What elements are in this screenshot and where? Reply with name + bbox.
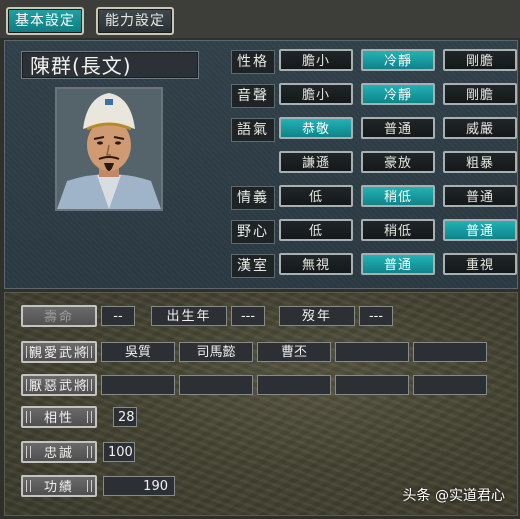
death-year-label: 歿年 (279, 306, 355, 326)
tab-ability-settings[interactable]: 能力設定 (96, 7, 174, 35)
option-button[interactable]: 豪放 (361, 151, 435, 173)
option-button[interactable]: 低 (279, 185, 353, 207)
option-button[interactable]: 謙遜 (279, 151, 353, 173)
trait-label: 情義 (231, 186, 275, 210)
birth-year-label: 出生年 (151, 306, 227, 326)
merit-value: 190 (103, 476, 175, 496)
option-button[interactable]: 普通 (361, 117, 435, 139)
option-button[interactable]: 膽小 (279, 83, 353, 105)
disliked-officer-slot (257, 375, 331, 395)
option-button[interactable]: 稍低 (361, 219, 435, 241)
loyalty-value: 100 (103, 442, 135, 462)
liked-officer-slot (335, 342, 409, 362)
option-button[interactable]: 低 (279, 219, 353, 241)
option-button[interactable]: 威嚴 (443, 117, 517, 139)
option-button-selected[interactable]: 冷靜 (361, 83, 435, 105)
disliked-officer-slot (179, 375, 253, 395)
option-button-selected[interactable]: 恭敬 (279, 117, 353, 139)
option-button[interactable]: 膽小 (279, 49, 353, 71)
option-button[interactable]: 粗暴 (443, 151, 517, 173)
disliked-officer-slot (413, 375, 487, 395)
option-button[interactable]: 普通 (443, 185, 517, 207)
trait-label: 漢室 (231, 254, 275, 278)
game-window: 基本設定 能力設定 陳群(長文) 性格 膽小 冷靜 剛膽 音聲 膽小 冷靜 剛膽… (0, 0, 520, 519)
option-button[interactable]: 重視 (443, 253, 517, 275)
compatibility-button[interactable]: 相性 (21, 406, 97, 428)
tab-basic-settings[interactable]: 基本設定 (6, 7, 84, 35)
option-button[interactable]: 無視 (279, 253, 353, 275)
option-button-selected[interactable]: 冷靜 (361, 49, 435, 71)
compatibility-value: 28 (113, 407, 137, 427)
death-year-value: --- (359, 306, 393, 326)
liked-officers-button[interactable]: 親愛武將 (21, 341, 97, 363)
option-button[interactable]: 剛膽 (443, 83, 517, 105)
option-button-selected[interactable]: 普通 (443, 219, 517, 241)
option-button[interactable]: 剛膽 (443, 49, 517, 71)
liked-officer-slot: 曹丕 (257, 342, 331, 362)
option-button-selected[interactable]: 普通 (361, 253, 435, 275)
disliked-officer-slot (101, 375, 175, 395)
lifespan-button[interactable]: 壽命 (21, 305, 97, 327)
officer-portrait (55, 87, 163, 211)
trait-label: 性格 (231, 50, 275, 74)
option-button-selected[interactable]: 稍低 (361, 185, 435, 207)
tab-bar: 基本設定 能力設定 (0, 0, 520, 38)
merit-button[interactable]: 功績 (21, 475, 97, 497)
officer-name: 陳群(長文) (21, 51, 199, 79)
relations-panel: 壽命 -- 出生年 --- 歿年 --- 親愛武將 吳質 司馬懿 曹丕 厭惡武將… (4, 292, 518, 516)
trait-label: 語氣 (231, 118, 275, 142)
disliked-officer-slot (335, 375, 409, 395)
trait-label: 野心 (231, 220, 275, 244)
disliked-officers-button[interactable]: 厭惡武將 (21, 374, 97, 396)
liked-officer-slot (413, 342, 487, 362)
loyalty-button[interactable]: 忠誠 (21, 441, 97, 463)
portrait-image (57, 89, 161, 209)
birth-year-value: --- (231, 306, 265, 326)
lifespan-value: -- (101, 306, 135, 326)
watermark-text: 头条 @实道君心 (402, 488, 505, 504)
liked-officer-slot: 吳質 (101, 342, 175, 362)
liked-officer-slot: 司馬懿 (179, 342, 253, 362)
trait-label: 音聲 (231, 84, 275, 108)
officer-settings-panel: 陳群(長文) 性格 膽小 冷靜 剛膽 音聲 膽小 冷靜 剛膽 語氣 恭敬 普通 … (4, 40, 518, 289)
